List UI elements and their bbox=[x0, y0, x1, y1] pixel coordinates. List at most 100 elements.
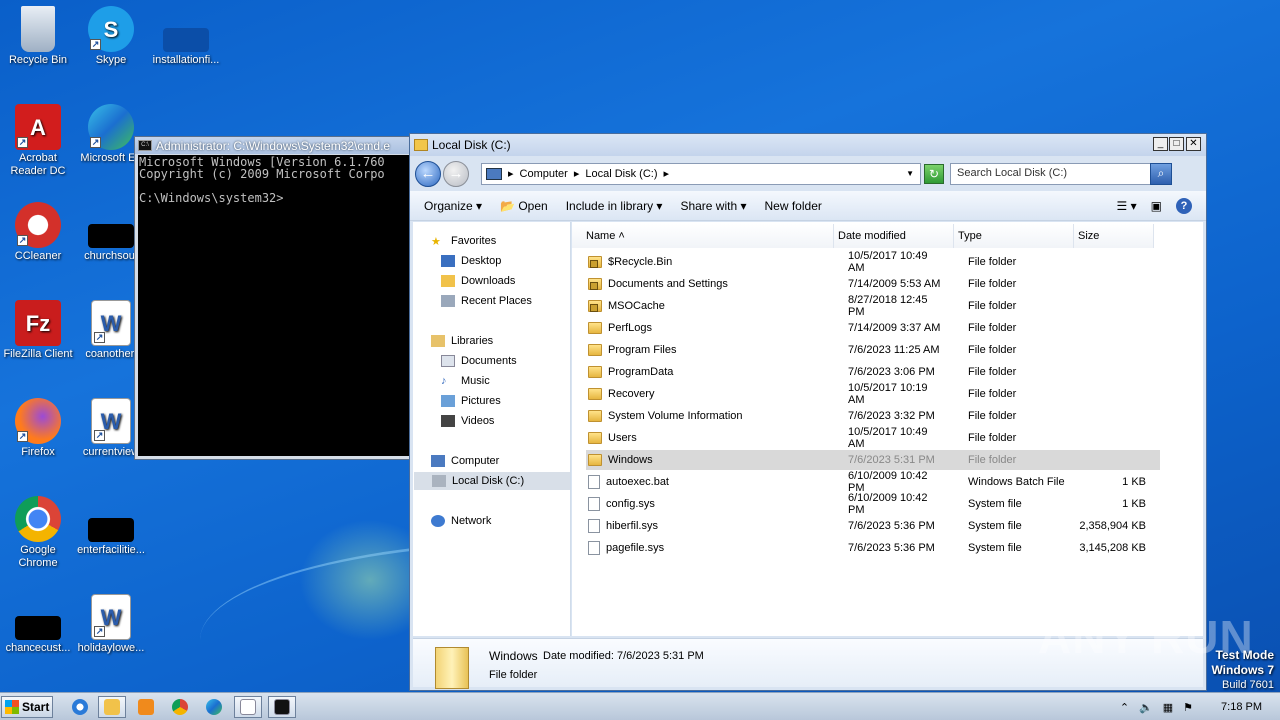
network-icon[interactable]: ▦ bbox=[1163, 701, 1173, 714]
refresh-button[interactable]: ↻ bbox=[924, 163, 944, 184]
file-row[interactable]: config.sys 6/10/2009 10:42 PM System file 1… bbox=[586, 492, 1160, 516]
file-row[interactable]: Documents and Settings 7/14/2009 5:53 AM F… bbox=[586, 274, 1160, 294]
file-type: File folder bbox=[968, 300, 1017, 312]
desktop-icon-ccleaner[interactable]: ↗ CCleaner bbox=[0, 202, 76, 263]
file-date: 10/5/2017 10:49 AM bbox=[848, 250, 928, 274]
shortcut-arrow-icon: ↗ bbox=[90, 137, 101, 148]
file-icon bbox=[588, 541, 600, 555]
file-row[interactable]: Users 10/5/2017 10:49 AM File folder bbox=[586, 426, 1160, 450]
drive-icon bbox=[432, 475, 446, 487]
file-type: File folder bbox=[968, 432, 1017, 444]
cmd-titlebar[interactable]: C:\ Administrator: C:\Windows\System32\c… bbox=[135, 137, 417, 154]
taskbar-cmd[interactable] bbox=[268, 696, 296, 718]
desktop-icon-chrome[interactable]: Google Chrome bbox=[0, 496, 76, 570]
file-row[interactable]: PerfLogs 7/14/2009 3:37 AM File folder bbox=[586, 318, 1160, 338]
desktop-icon-acrobat[interactable]: A ↗ Acrobat Reader DC bbox=[0, 104, 76, 178]
column-date[interactable]: Date modified bbox=[834, 224, 954, 248]
clock[interactable]: 7:18 PM bbox=[1221, 701, 1262, 713]
nav-videos[interactable]: Videos bbox=[441, 412, 494, 430]
chevron-down-icon[interactable]: ▼ bbox=[906, 169, 914, 178]
column-headers: Name ˄ Date modified Type Size bbox=[572, 224, 1203, 248]
desktop-icon-skype[interactable]: S ↗ Skype bbox=[73, 6, 149, 67]
cmd-window[interactable]: C:\ Administrator: C:\Windows\System32\c… bbox=[134, 136, 418, 460]
taskbar-edge[interactable] bbox=[200, 696, 228, 718]
help-icon[interactable]: ? bbox=[1176, 197, 1192, 214]
file-row[interactable]: pagefile.sys 7/6/2023 5:36 PM System file 3… bbox=[586, 538, 1160, 558]
cmd-icon bbox=[274, 699, 290, 715]
file-date: 7/6/2023 3:32 PM bbox=[848, 410, 935, 422]
taskbar-notepad[interactable] bbox=[234, 696, 262, 718]
file-row[interactable]: Recovery 10/5/2017 10:19 AM File folder bbox=[586, 382, 1160, 406]
search-icon[interactable]: ⌕ bbox=[1150, 162, 1172, 185]
column-type[interactable]: Type bbox=[954, 224, 1074, 248]
chrome-icon bbox=[15, 496, 61, 542]
file-row[interactable]: System Volume Information 7/6/2023 3:32 P… bbox=[586, 406, 1160, 426]
taskbar-media-player[interactable] bbox=[132, 696, 160, 718]
desktop-icon-filezilla[interactable]: Fz FileZilla Client bbox=[0, 300, 76, 361]
nav-recent-places[interactable]: Recent Places bbox=[441, 292, 532, 310]
show-hidden-icons-icon[interactable]: ⌃ bbox=[1120, 701, 1129, 714]
search-input[interactable]: Search Local Disk (C:) ⌕ bbox=[950, 162, 1172, 185]
desktop-icon-chancecust[interactable]: chancecust... bbox=[0, 594, 76, 655]
folder-icon bbox=[414, 139, 428, 151]
file-row[interactable]: ProgramData 7/6/2023 3:06 PM File folder bbox=[586, 362, 1160, 382]
explorer-titlebar[interactable]: Local Disk (C:) bbox=[410, 134, 1206, 156]
taskbar-chrome[interactable] bbox=[166, 696, 194, 718]
flag-icon[interactable]: ⚑ bbox=[1183, 701, 1193, 714]
maximize-button[interactable]: □ bbox=[1169, 137, 1184, 151]
nav-local-disk[interactable]: Local Disk (C:) bbox=[414, 472, 570, 490]
file-row[interactable]: $Recycle.Bin 10/5/2017 10:49 AM File folde… bbox=[586, 250, 1160, 274]
address-row: ← → ▸ Computer ▸ Local Disk (C:) ▸ ▼ ↻ S… bbox=[415, 160, 1200, 187]
nav-documents[interactable]: Documents bbox=[441, 352, 517, 370]
cmd-console[interactable]: Microsoft Windows [Version 6.1.760 Copyr… bbox=[138, 155, 417, 456]
nav-network[interactable]: Network bbox=[431, 512, 491, 530]
open-button[interactable]: 📂 Open bbox=[500, 199, 548, 213]
nav-pictures[interactable]: Pictures bbox=[441, 392, 501, 410]
explorer-window[interactable]: Local Disk (C:) _ □ ✕ ← → ▸ Computer ▸ L… bbox=[409, 133, 1207, 691]
breadcrumb-computer[interactable]: Computer bbox=[520, 168, 568, 180]
breadcrumb-local-disk[interactable]: Local Disk (C:) bbox=[585, 168, 657, 180]
libraries-icon bbox=[431, 335, 445, 347]
folder-icon bbox=[588, 344, 602, 356]
minimize-button[interactable]: _ bbox=[1153, 137, 1168, 151]
file-name: MSOCache bbox=[586, 300, 826, 312]
address-bar[interactable]: ▸ Computer ▸ Local Disk (C:) ▸ ▼ bbox=[481, 162, 921, 185]
new-folder-button[interactable]: New folder bbox=[765, 199, 822, 213]
nav-desktop[interactable]: Desktop bbox=[441, 252, 501, 270]
start-button[interactable]: Start bbox=[1, 696, 53, 718]
file-row[interactable]: MSOCache 8/27/2018 12:45 PM File folder bbox=[586, 294, 1160, 318]
forward-button[interactable]: → bbox=[443, 160, 469, 187]
desktop-icon-label: currentview bbox=[82, 446, 140, 458]
desktop-icon-firefox[interactable]: ↗ Firefox bbox=[0, 398, 76, 459]
taskbar-explorer[interactable] bbox=[98, 696, 126, 718]
file-name: hiberfil.sys bbox=[586, 519, 826, 533]
nav-favorites[interactable]: ★ Favorites bbox=[431, 232, 496, 250]
folder-icon bbox=[435, 647, 469, 689]
file-type: Windows Batch File bbox=[968, 476, 1065, 488]
file-row[interactable]: Windows 7/6/2023 5:31 PM File folder bbox=[586, 450, 1160, 470]
desktop-icon-recycle-bin[interactable]: Recycle Bin bbox=[0, 6, 76, 67]
column-name[interactable]: Name ˄ bbox=[572, 224, 834, 248]
desktop-icon-enterfacilities[interactable]: enterfacilitie... bbox=[73, 496, 149, 557]
include-in-library-button[interactable]: Include in library ▾ bbox=[566, 199, 663, 213]
file-row[interactable]: autoexec.bat 6/10/2009 10:42 PM Windows Ba… bbox=[586, 470, 1160, 494]
nav-downloads[interactable]: Downloads bbox=[441, 272, 515, 290]
back-button[interactable]: ← bbox=[415, 160, 441, 187]
close-button[interactable]: ✕ bbox=[1186, 137, 1201, 151]
column-size[interactable]: Size bbox=[1074, 224, 1154, 248]
taskbar-ie[interactable] bbox=[66, 696, 94, 718]
nav-music[interactable]: ♪ Music bbox=[441, 372, 490, 390]
desktop-icon-installationfile[interactable]: installationfi... bbox=[148, 6, 224, 67]
nav-computer[interactable]: Computer bbox=[431, 452, 499, 470]
file-name: pagefile.sys bbox=[586, 541, 826, 555]
view-options-icon[interactable]: ☰ ▾ bbox=[1117, 199, 1137, 213]
preview-pane-icon[interactable]: ▣ bbox=[1151, 199, 1162, 213]
volume-icon[interactable]: 🔈 bbox=[1139, 701, 1153, 714]
file-row[interactable]: Program Files 7/6/2023 11:25 AM File folde… bbox=[586, 340, 1160, 360]
organize-button[interactable]: Organize ▾ bbox=[424, 199, 482, 213]
file-row[interactable]: hiberfil.sys 7/6/2023 5:36 PM System file 2… bbox=[586, 516, 1160, 536]
navigation-pane: ★ Favorites Desktop Downloads Recent Plac… bbox=[413, 222, 571, 636]
nav-libraries[interactable]: Libraries bbox=[431, 332, 493, 350]
share-with-button[interactable]: Share with ▾ bbox=[680, 199, 746, 213]
desktop-icon-holidaylowe[interactable]: W ↗ holidaylowe... bbox=[73, 594, 149, 655]
